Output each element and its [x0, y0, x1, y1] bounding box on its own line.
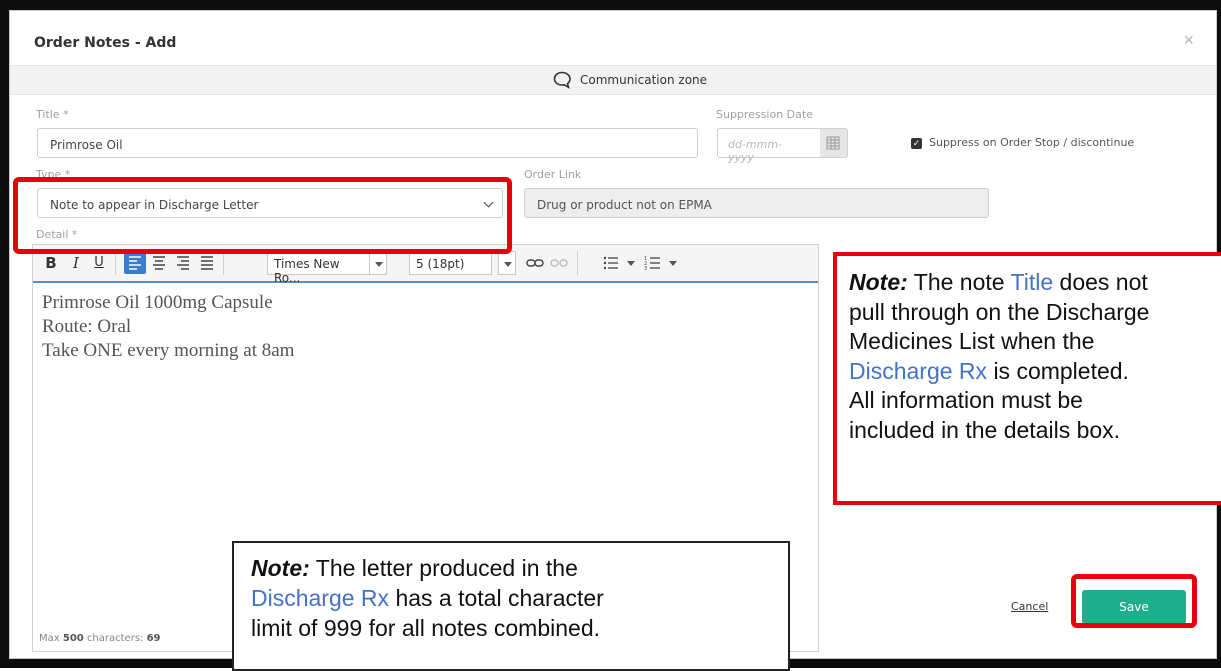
- toolbar-divider: [223, 251, 224, 275]
- callout-text: The note: [913, 269, 1005, 295]
- dialog-title: Order Notes - Add: [34, 35, 177, 51]
- close-icon[interactable]: ×: [1183, 31, 1194, 49]
- editor-line: Primrose Oil 1000mg Capsule: [42, 292, 273, 313]
- align-center-button[interactable]: [148, 252, 170, 274]
- editor-line: Take ONE every morning at 8am: [42, 340, 295, 361]
- bullet-list-icon: [603, 256, 618, 270]
- align-center-icon: [153, 256, 165, 270]
- italic-button[interactable]: I: [68, 252, 84, 274]
- note-callout-title: Note: The note Title does not pull throu…: [833, 252, 1221, 505]
- bold-button[interactable]: B: [43, 252, 59, 274]
- note-emphasis: Note:: [849, 269, 908, 295]
- character-counter: Max 500 characters: 69: [39, 633, 161, 644]
- suppression-date-label: Suppression Date: [716, 108, 813, 121]
- align-left-button[interactable]: [124, 252, 146, 274]
- numbered-list-icon: 123: [644, 256, 660, 272]
- insert-link-button[interactable]: [524, 252, 546, 274]
- callout-text: does not: [1059, 269, 1148, 295]
- title-label: Title *: [36, 108, 69, 121]
- callout-text: Medicines List when the: [849, 328, 1095, 354]
- dialog-header: Order Notes - Add ×: [10, 11, 1216, 66]
- note-callout-character-limit: Note: The letter produced in the Dischar…: [232, 541, 790, 671]
- speech-bubble-icon: [553, 71, 571, 90]
- unlink-icon: [550, 259, 568, 267]
- align-justify-icon: [201, 256, 213, 270]
- link-icon: [526, 259, 544, 267]
- font-family-dropdown[interactable]: [369, 251, 387, 275]
- communication-zone-label: Communication zone: [580, 73, 708, 87]
- unlink-button[interactable]: [548, 252, 570, 274]
- numbered-list-button[interactable]: 123: [642, 252, 664, 274]
- communication-zone-bar[interactable]: Communication zone: [10, 66, 1216, 95]
- editor-line: Route: Oral: [42, 316, 132, 337]
- calendar-button[interactable]: [820, 128, 848, 158]
- font-size-dropdown[interactable]: [498, 251, 516, 275]
- callout-text: All information must be: [849, 387, 1083, 413]
- callout-text: included in the details box.: [849, 416, 1121, 443]
- char-counter-label: characters:: [86, 633, 144, 644]
- callout-text: has a total character: [395, 585, 604, 611]
- callout-text: The letter produced in the: [315, 555, 578, 581]
- justify-button[interactable]: [196, 252, 218, 274]
- bullet-list-dropdown[interactable]: [622, 251, 635, 275]
- align-right-icon: [177, 256, 189, 270]
- align-right-button[interactable]: [172, 252, 194, 274]
- suppression-date-input[interactable]: dd-mmm-yyyy: [717, 128, 821, 164]
- save-highlight-box: [1071, 574, 1197, 628]
- suppress-checkbox-label: Suppress on Order Stop / discontinue: [929, 136, 1135, 149]
- char-counter-value: 69: [146, 633, 161, 644]
- order-link-label: Order Link: [524, 168, 582, 181]
- callout-highlight: Discharge Rx: [849, 357, 988, 384]
- font-size-select[interactable]: 5 (18pt): [409, 251, 492, 275]
- note-emphasis: Note:: [251, 555, 310, 581]
- order-link-field: Drug or product not on EPMA: [524, 188, 989, 218]
- char-counter-prefix: Max: [39, 633, 60, 644]
- font-family-select[interactable]: Times New Ro...: [267, 251, 370, 285]
- numbered-list-dropdown[interactable]: [664, 251, 677, 275]
- callout-highlight: Title: [1010, 269, 1054, 295]
- toolbar-divider: [577, 251, 578, 275]
- editor-content[interactable]: Primrose Oil 1000mg Capsule Route: Oral …: [42, 291, 294, 363]
- callout-text: pull through on the Discharge: [849, 298, 1150, 325]
- suppress-checkbox[interactable]: ✓: [911, 138, 922, 149]
- align-left-icon: [129, 256, 141, 270]
- underline-button[interactable]: U: [91, 252, 107, 274]
- callout-highlight: Discharge Rx: [251, 585, 390, 611]
- callout-text: is completed.: [993, 357, 1129, 384]
- type-highlight-box: [13, 177, 512, 254]
- title-input[interactable]: Primrose Oil: [37, 128, 698, 158]
- toolbar-divider: [115, 251, 116, 275]
- svg-text:3: 3: [644, 266, 647, 272]
- bullet-list-button[interactable]: [600, 252, 622, 274]
- callout-text: limit of 999 for all notes combined.: [251, 615, 601, 641]
- calendar-icon: [826, 136, 840, 150]
- char-counter-max: 500: [62, 633, 84, 644]
- cancel-link[interactable]: Cancel: [1011, 600, 1048, 613]
